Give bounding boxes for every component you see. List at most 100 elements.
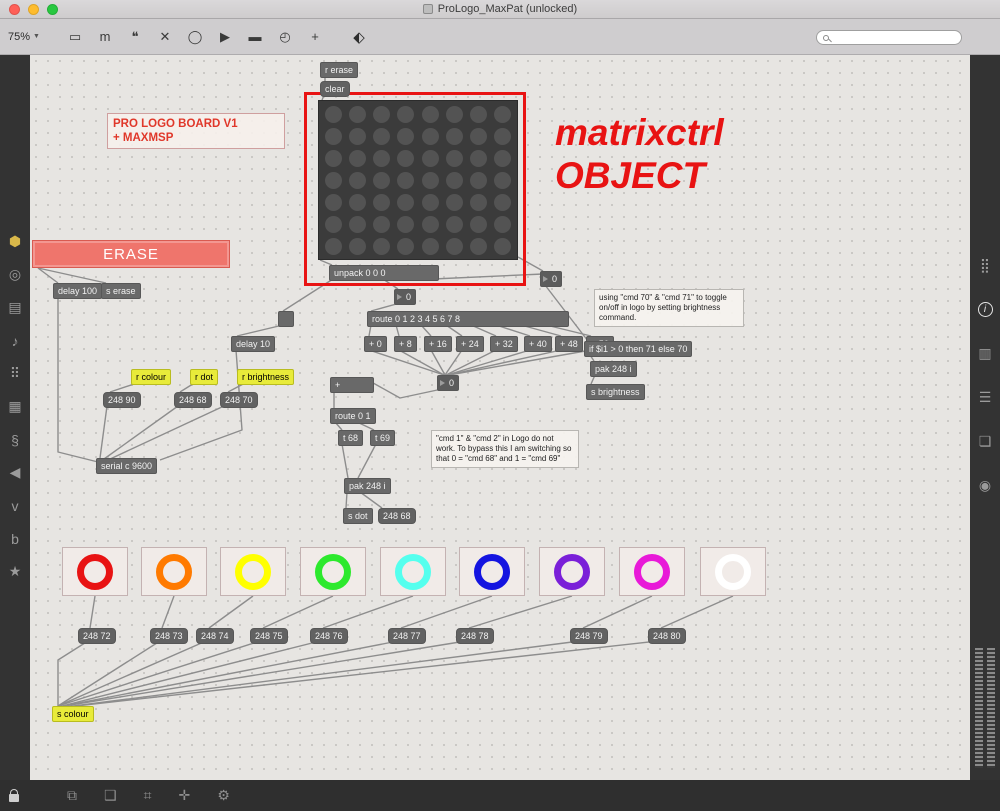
max-box-pak-248-i[interactable]: pak 248 i [344,478,391,494]
matrix-cell[interactable] [324,171,342,189]
zoom-button[interactable] [47,4,58,15]
matrix-cell[interactable] [470,105,488,123]
matrix-cell[interactable] [445,105,463,123]
star-icon[interactable]: ★ [0,555,30,588]
max-box-r-dot[interactable]: r dot [190,369,219,385]
max-box-0[interactable]: 0 [437,375,460,391]
max-box-if-i1-0-then-71-else-70[interactable]: if $i1 > 0 then 71 else 70 [584,341,693,357]
color-button-2[interactable] [141,547,207,596]
number-box-icon[interactable]: ▬ [246,28,264,46]
matrix-cell[interactable] [348,193,366,211]
matrix-cell[interactable] [470,171,488,189]
matrix-cell[interactable] [421,149,439,167]
max-box-248-90[interactable]: 248 90 [103,392,141,408]
max-box-248-77[interactable]: 248 77 [388,628,426,644]
drawer-icon[interactable]: ▤ [0,291,30,324]
matrix-cell[interactable] [421,105,439,123]
matrix-cell[interactable] [445,127,463,145]
matrix-cell[interactable] [470,193,488,211]
color-button-1[interactable] [62,547,128,596]
max-box-s-dot[interactable]: s dot [343,508,373,524]
matrix-cell[interactable] [397,215,415,233]
matrix-cell[interactable] [373,149,391,167]
color-button-5[interactable] [380,547,446,596]
matrix-cell[interactable] [324,105,342,123]
matrix-cell[interactable] [348,237,366,255]
max-box-serial-c-9600[interactable]: serial c 9600 [96,458,158,474]
matrix-cell[interactable] [373,171,391,189]
camera-icon[interactable]: ◉ [970,463,1000,507]
max-box-248-72[interactable]: 248 72 [78,628,116,644]
max-box-24[interactable]: + 24 [456,336,484,352]
matrix-cell[interactable] [421,193,439,211]
max-box-248-79[interactable]: 248 79 [570,628,608,644]
speaker-icon[interactable]: ◀ [0,456,30,489]
metro-icon[interactable]: ◴ [276,28,294,46]
erase-button[interactable]: ERASE [32,240,230,268]
columns-icon[interactable]: ▥ [970,331,1000,375]
matrixctrl-object[interactable] [318,100,518,260]
color-button-7[interactable] [539,547,605,596]
matrix-cell[interactable] [348,149,366,167]
matrix-cell[interactable] [494,171,512,189]
matrix-cell[interactable] [421,171,439,189]
toggle-icon[interactable]: ◯ [186,28,204,46]
color-button-4[interactable] [300,547,366,596]
matrix-cell[interactable] [445,149,463,167]
matrix-cell[interactable] [494,193,512,211]
max-box-40[interactable]: + 40 [524,336,552,352]
matrix-cell[interactable] [470,149,488,167]
max-box-248-80[interactable]: 248 80 [648,628,686,644]
comment-icon[interactable]: ❝ [126,28,144,46]
matrix-cell[interactable] [494,237,512,255]
paint-bucket-icon[interactable]: ⬖ [350,28,368,46]
max-box-248-68[interactable]: 248 68 [174,392,212,408]
color-button-3[interactable] [220,547,286,596]
matrix-cell[interactable] [373,105,391,123]
max-box-248-78[interactable]: 248 78 [456,628,494,644]
matrix-cell[interactable] [397,237,415,255]
matrix-cell[interactable] [397,105,415,123]
max-box-route-0-1-2-3-4-5-6-7-8[interactable]: route 0 1 2 3 4 5 6 7 8 [367,311,569,327]
matrix-cell[interactable] [348,127,366,145]
max-box-route-0-1[interactable]: route 0 1 [330,408,376,424]
matrix-cell[interactable] [494,127,512,145]
layers-icon[interactable]: ⧉ [67,787,77,804]
message-box-icon[interactable]: m [96,28,114,46]
max-box-248-74[interactable]: 248 74 [196,628,234,644]
info-icon[interactable]: i [970,287,1000,331]
matrix-cell[interactable] [445,193,463,211]
zoom-control[interactable]: 75% ▼ [8,31,56,43]
matrix-cell[interactable] [397,127,415,145]
image-icon[interactable]: ▦ [0,390,30,423]
max-box-t-68[interactable]: t 68 [338,430,364,446]
matrix-cell[interactable] [348,171,366,189]
paperclip-icon[interactable]: § [0,423,30,456]
color-button-6[interactable] [459,547,525,596]
max-box-r-erase[interactable]: r erase [320,62,359,78]
matrix-icon[interactable]: ⠿ [0,357,30,390]
max-box-248-76[interactable]: 248 76 [310,628,348,644]
matrix-cell[interactable] [397,171,415,189]
max-box-s-brightness[interactable]: s brightness [586,384,645,400]
matrix-cell[interactable] [373,193,391,211]
matrix-cell[interactable] [324,215,342,233]
max-box-248-73[interactable]: 248 73 [150,628,188,644]
max-box-delay-10[interactable]: delay 10 [231,336,276,352]
max-box-s-erase[interactable]: s erase [101,283,141,299]
matrix-cell[interactable] [373,237,391,255]
matrix-cell[interactable] [421,237,439,255]
matrix-cell[interactable] [324,193,342,211]
book-icon[interactable]: ❏ [970,419,1000,463]
button-icon[interactable]: ✕ [156,28,174,46]
max-box-16[interactable]: + 16 [424,336,452,352]
matrix-cell[interactable] [494,149,512,167]
console-icon[interactable]: ❑ [104,787,117,804]
vimeo-icon[interactable]: v [0,489,30,522]
matrix-cell[interactable] [494,215,512,233]
video-icon[interactable]: ▶ [216,28,234,46]
matrix-cell[interactable] [421,127,439,145]
search-input[interactable] [834,32,955,43]
matrix-cell[interactable] [397,193,415,211]
audio-icon[interactable]: ♪ [0,324,30,357]
